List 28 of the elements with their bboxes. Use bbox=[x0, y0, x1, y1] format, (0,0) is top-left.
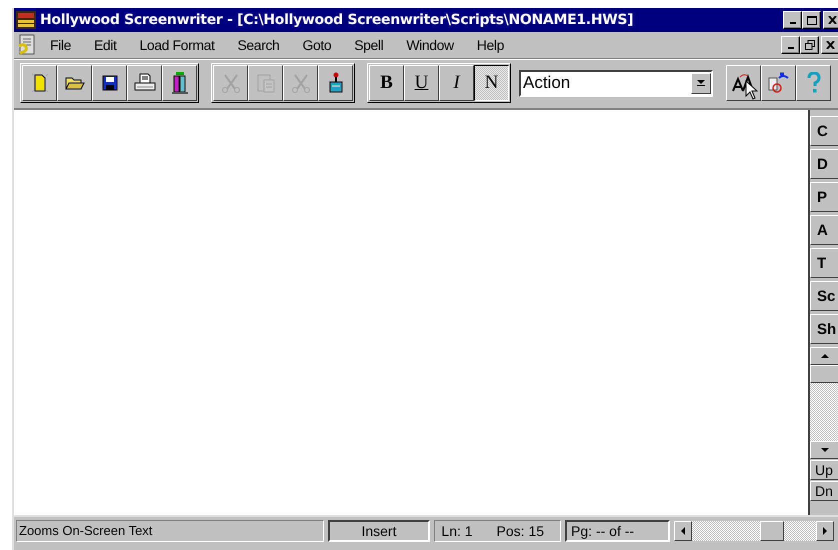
format-button[interactable]: U bbox=[404, 65, 439, 101]
status-hint: Zooms On-Screen Text bbox=[16, 520, 324, 542]
element-button[interactable]: Sc bbox=[810, 281, 838, 311]
format-button[interactable]: I bbox=[439, 65, 474, 101]
menu-item[interactable]: Load Format bbox=[140, 37, 214, 53]
element-style-dropdown[interactable]: Action bbox=[519, 70, 713, 96]
position-indicator: Pos: 15 bbox=[496, 522, 544, 538]
page-button[interactable]: Up bbox=[810, 460, 838, 480]
page-button[interactable]: Dn bbox=[810, 481, 838, 501]
page-indicator: Pg: -- of -- bbox=[565, 520, 670, 542]
insert-mode-indicator: Insert bbox=[328, 520, 430, 542]
element-button[interactable]: A bbox=[810, 215, 838, 245]
menu-item[interactable]: Search bbox=[237, 37, 280, 53]
format-button[interactable]: B bbox=[369, 65, 404, 101]
menu-item[interactable]: Help bbox=[476, 37, 504, 53]
element-button[interactable]: P bbox=[810, 182, 838, 212]
menu-item[interactable]: Goto bbox=[302, 37, 332, 53]
window-title: Hollywood Screenwriter - [C:\Hollywood Screenwriter\Scripts\NONAME1.HWS] bbox=[40, 12, 634, 28]
menu-item[interactable]: Window bbox=[406, 37, 454, 53]
format-button[interactable]: N bbox=[474, 65, 509, 101]
menu-item[interactable]: Edit bbox=[94, 37, 116, 53]
menu-item[interactable]: File bbox=[50, 37, 71, 53]
element-button[interactable]: C bbox=[810, 116, 838, 146]
menu-item[interactable]: Spell bbox=[354, 37, 384, 53]
element-button[interactable]: T bbox=[810, 248, 838, 278]
line-indicator: Ln: 1 bbox=[441, 522, 473, 538]
element-button[interactable]: D bbox=[810, 149, 838, 179]
element-button[interactable]: Sh bbox=[810, 314, 838, 344]
